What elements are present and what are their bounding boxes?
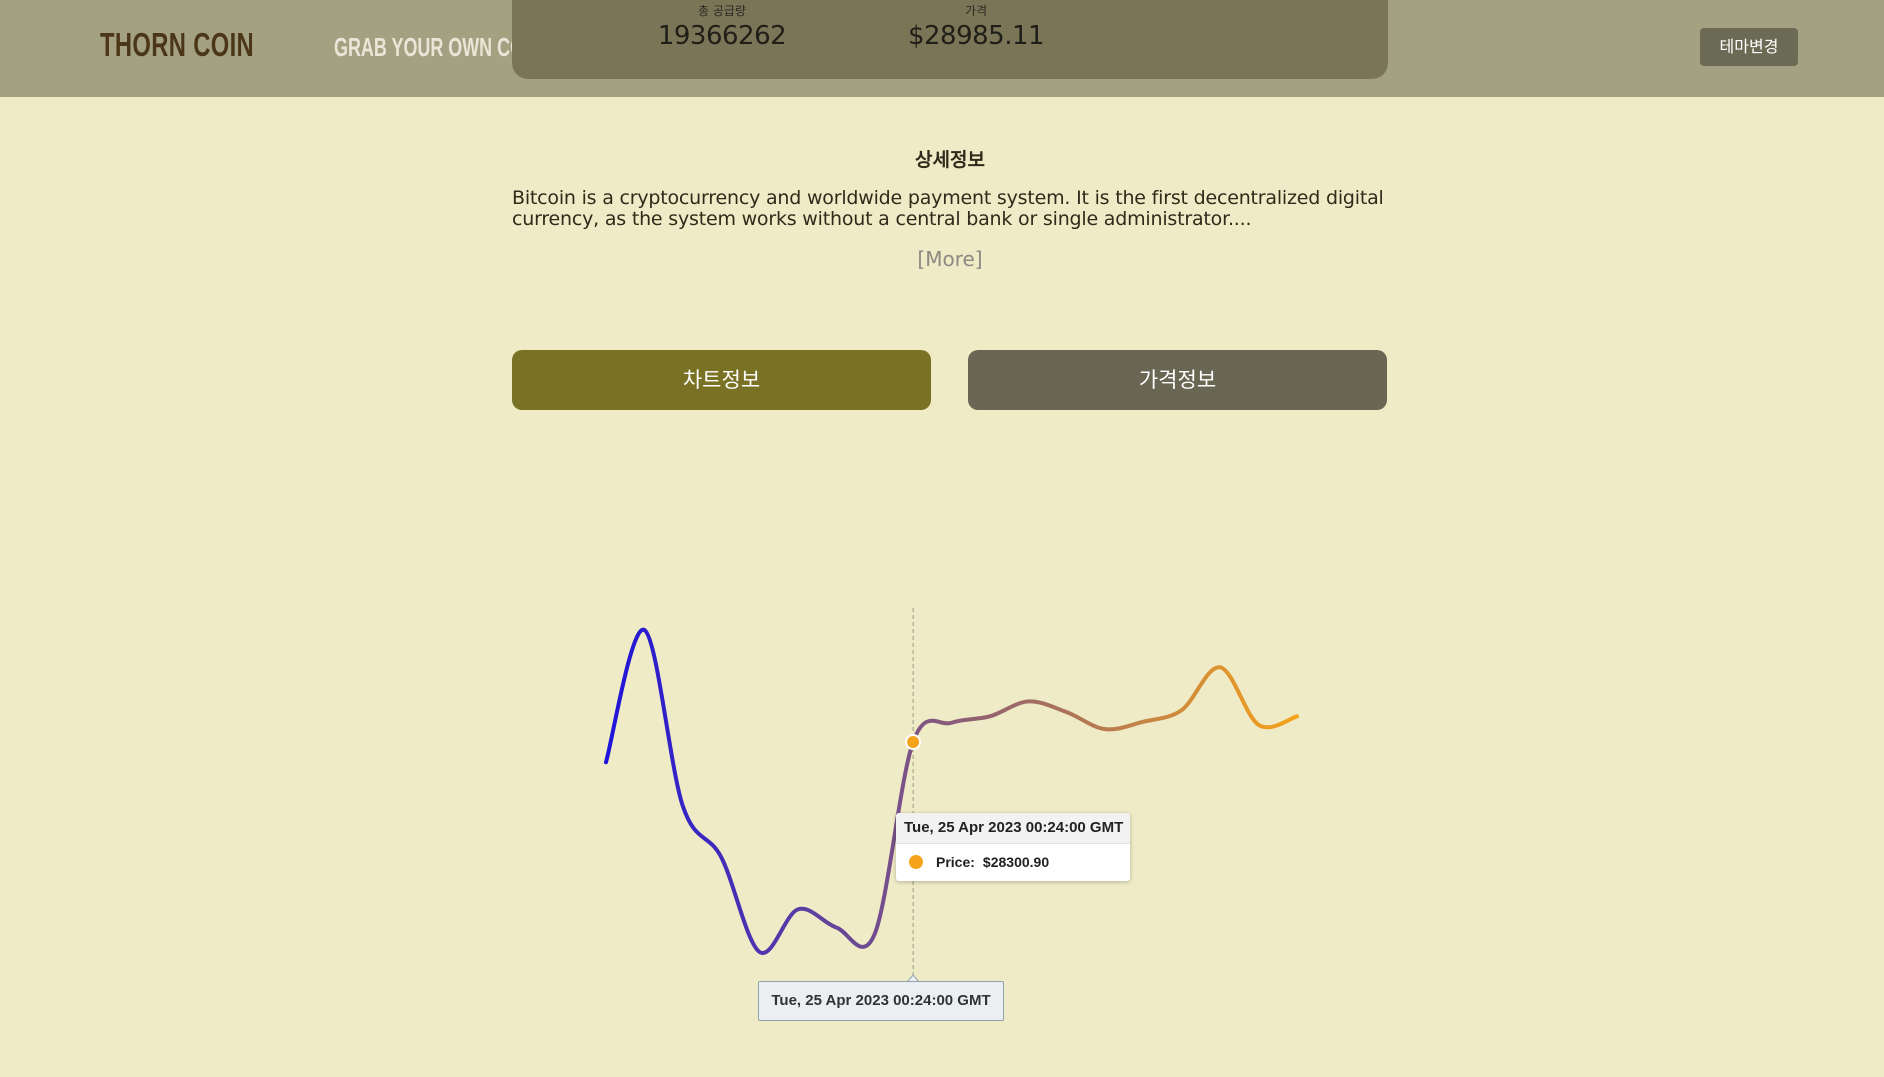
series-color-dot: [909, 855, 923, 869]
price-point[interactable]: [603, 759, 609, 765]
crosshair-date-label: Tue, 25 Apr 2023 00:24:00 GMT: [758, 981, 1004, 1021]
price-point[interactable]: [1294, 713, 1300, 719]
price-point[interactable]: [1140, 719, 1146, 725]
price-point[interactable]: [795, 906, 801, 912]
price-point[interactable]: [833, 924, 839, 930]
price-point[interactable]: [1179, 707, 1185, 713]
price-series-line: [604, 627, 1299, 955]
price-point[interactable]: [1025, 698, 1031, 704]
price-point[interactable]: [987, 713, 993, 719]
price-point[interactable]: [680, 803, 686, 809]
price-point[interactable]: [641, 627, 647, 633]
hover-point-marker: [905, 733, 922, 750]
tooltip-price-row: Price: $28300.90: [936, 854, 1049, 870]
tooltip-price-value: $28300.90: [982, 854, 1050, 870]
price-point[interactable]: [1256, 722, 1262, 728]
chart-tooltip: Tue, 25 Apr 2023 00:24:00 GMT Price: $283…: [896, 813, 1130, 881]
price-point[interactable]: [757, 949, 763, 955]
price-point[interactable]: [718, 854, 724, 860]
price-point[interactable]: [1217, 664, 1223, 670]
price-point[interactable]: [1102, 726, 1108, 732]
price-point[interactable]: [949, 720, 955, 726]
price-point[interactable]: [872, 931, 878, 937]
price-line-chart[interactable]: [0, 0, 1884, 1077]
tooltip-date: Tue, 25 Apr 2023 00:24:00 GMT: [896, 813, 1130, 844]
price-point[interactable]: [1064, 709, 1070, 715]
tooltip-price-label: Price:: [936, 854, 975, 870]
